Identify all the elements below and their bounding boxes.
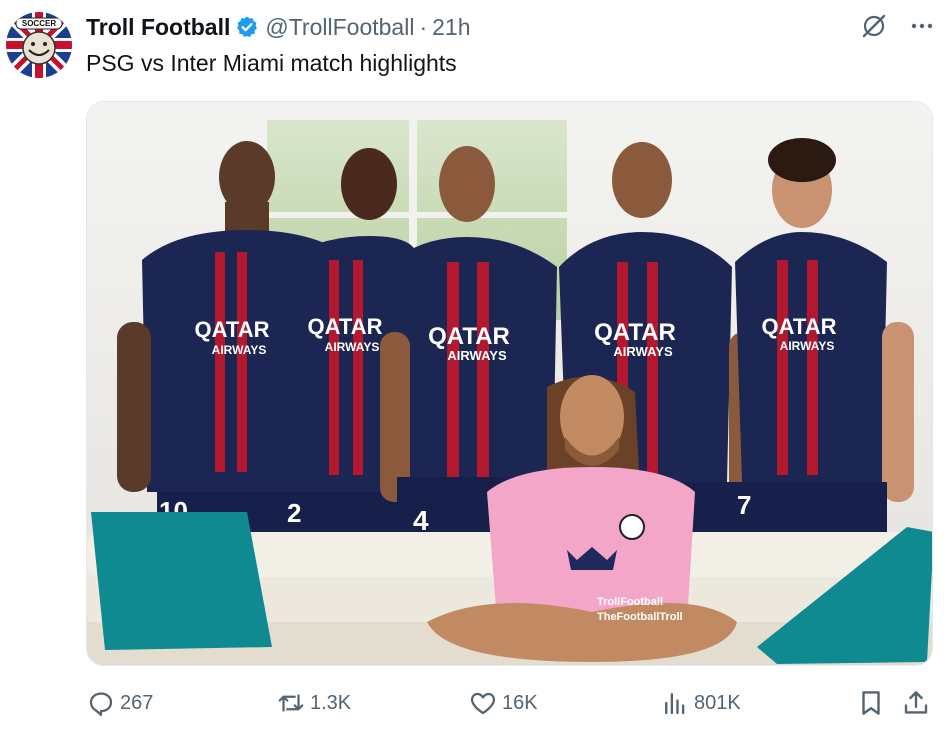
retweet-icon [278,694,304,712]
views-count: 801K [694,691,741,714]
sponsor-subtext-1: AIRWAYS [212,343,267,357]
sponsor-text-2: QATAR [308,314,383,339]
retweet-count: 1.3K [310,691,352,714]
retweet-button[interactable]: 1.3K [276,684,351,722]
media-illustration: QATAR AIRWAYS QATAR AIRWAYS QATAR AIRWAY… [87,102,932,665]
more-icon[interactable] [908,12,936,40]
shirt-number-3: 4 [413,505,429,536]
sponsor-text-3: QATAR [428,323,510,350]
views-button[interactable]: 801K [660,684,741,722]
share-button[interactable] [901,684,935,722]
reply-icon [89,692,113,716]
tweet-top-actions [860,12,936,40]
timestamp[interactable]: 21h [432,14,470,41]
avatar[interactable]: SOCCER [6,12,72,78]
tweet-text: PSG vs Inter Miami match highlights [86,50,457,76]
bookmark-icon [862,691,880,715]
verified-badge-icon [237,16,258,37]
share-icon [904,691,928,714]
like-icon [470,692,496,715]
views-icon [665,693,685,715]
sponsor-subtext-3: AIRWAYS [447,348,507,363]
like-count: 16K [502,691,538,714]
sponsor-text-1: QATAR [195,317,270,342]
sponsor-subtext-2: AIRWAYS [325,340,380,354]
reply-button[interactable]: 267 [86,684,153,722]
watermark-instagram: TheFootballTroll [597,611,683,623]
sponsor-text-5: QATAR [762,314,837,339]
like-button[interactable]: 16K [468,684,538,722]
sponsor-subtext-4: AIRWAYS [613,344,673,359]
sponsor-subtext-5: AIRWAYS [780,339,835,353]
grok-icon[interactable] [860,12,888,40]
sponsor-text-4: QATAR [594,319,676,346]
watermark-twitter: TrollFootball [597,596,663,608]
tweet-media-image[interactable]: QATAR AIRWAYS QATAR AIRWAYS QATAR AIRWAY… [86,101,933,666]
shirt-number-4: 7 [737,490,751,520]
tweet-header: Troll Football @TrollFootball · 21h [86,12,470,42]
avatar-badge-text: SOCCER [21,19,57,28]
separator-dot: · [419,13,428,40]
tweet-actions-bar: 267 1.3K 16K 801K [86,684,933,722]
bookmark-button[interactable] [856,684,890,722]
author-handle[interactable]: @TrollFootball [265,14,414,41]
shirt-number-2: 2 [287,498,301,528]
reply-count: 267 [120,691,154,714]
author-name[interactable]: Troll Football [86,14,230,41]
cushion-left [91,512,272,650]
